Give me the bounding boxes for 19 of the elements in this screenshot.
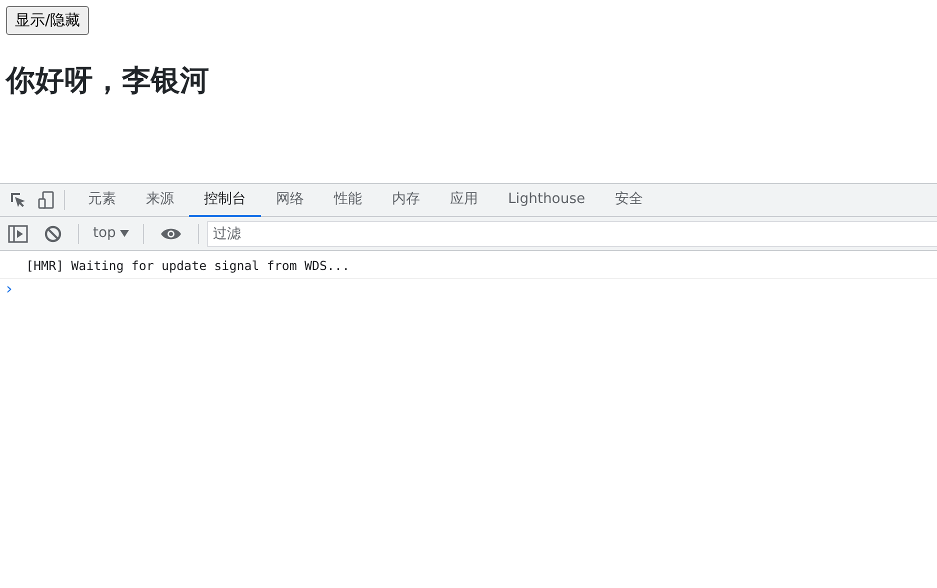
devtools-tab[interactable]: 元素 bbox=[73, 184, 131, 216]
devtools-tab[interactable]: 应用 bbox=[435, 184, 493, 216]
filter-field[interactable]: 过滤 bbox=[206, 220, 937, 246]
devtools-tab[interactable]: 性能 bbox=[319, 184, 377, 216]
console-prompt[interactable]: › bbox=[0, 278, 937, 299]
devtools-tab[interactable]: 网络 bbox=[261, 184, 319, 216]
devtools-tab[interactable]: 内存 bbox=[377, 184, 435, 216]
toggle-button[interactable]: 显示/隐藏 bbox=[6, 6, 90, 34]
caret-icon bbox=[120, 230, 129, 237]
devtools-tab[interactable]: 来源 bbox=[131, 184, 189, 216]
devtools-tab[interactable]: 安全 bbox=[600, 184, 658, 216]
console-message: [HMR] Waiting for update signal from WDS... bbox=[0, 251, 937, 279]
eye-icon[interactable] bbox=[160, 226, 182, 240]
context-dropdown[interactable]: top bbox=[87, 222, 135, 245]
clear-icon[interactable] bbox=[44, 224, 62, 242]
devtools-tab[interactable]: Lighthouse bbox=[493, 184, 600, 216]
sidebar-icon[interactable] bbox=[8, 224, 28, 242]
device-icon[interactable] bbox=[36, 190, 56, 210]
page-heading: 你好呀，李银河 bbox=[6, 62, 210, 98]
